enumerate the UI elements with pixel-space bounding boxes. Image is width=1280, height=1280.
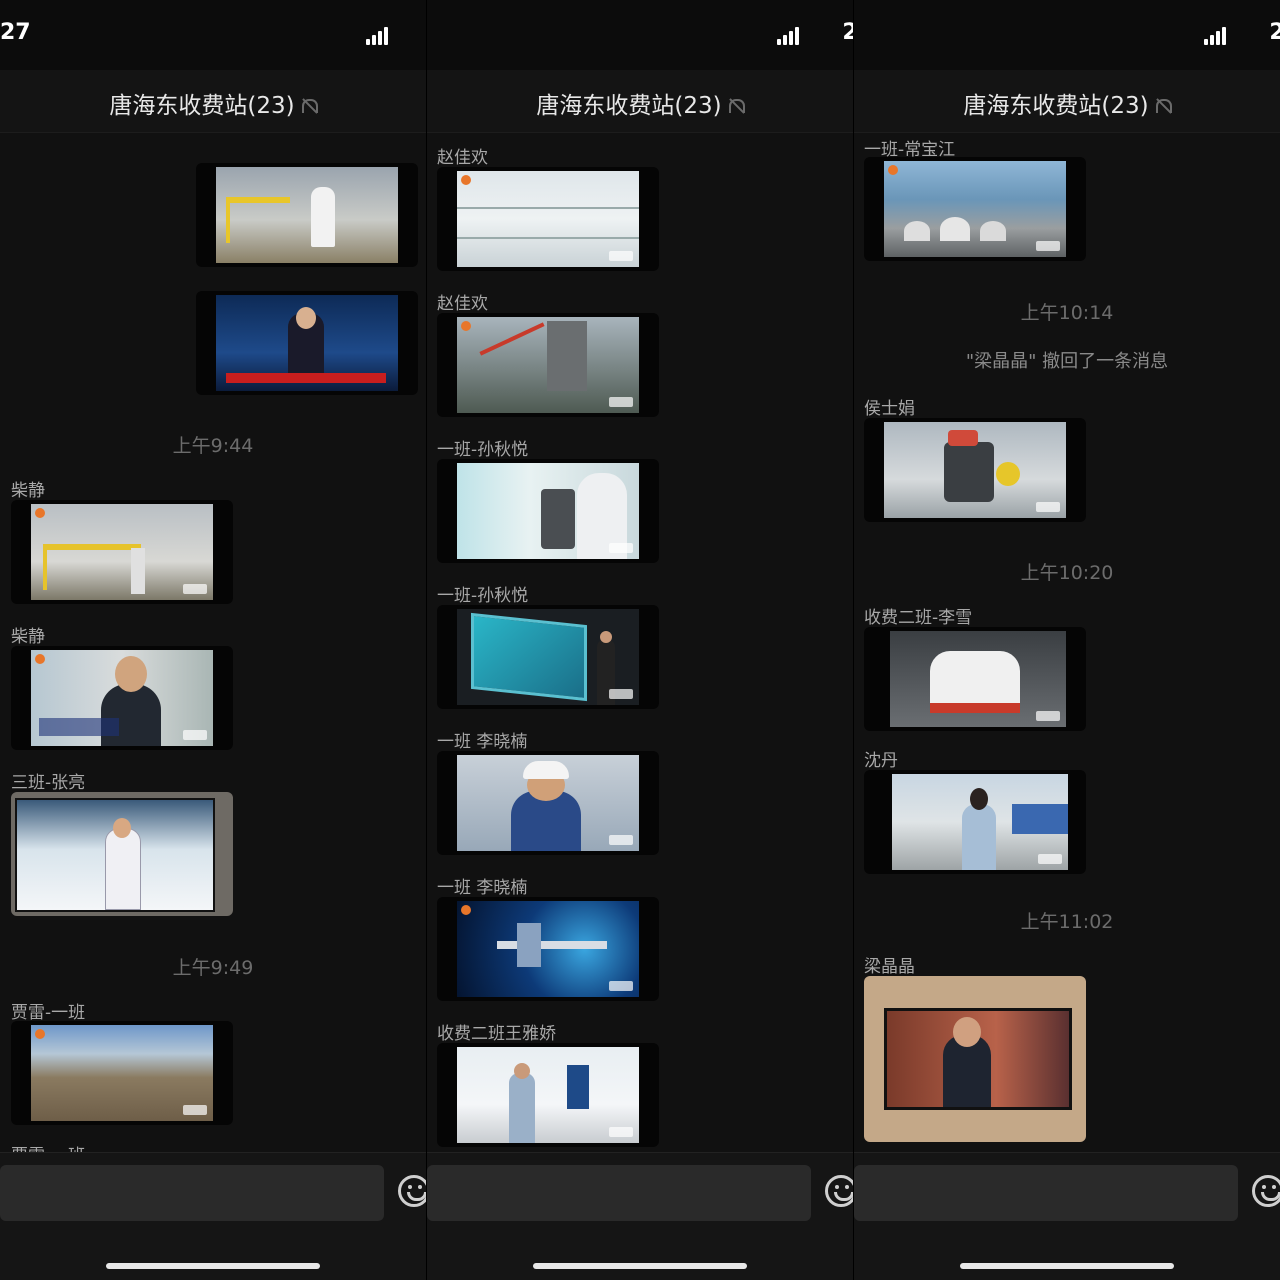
message-list[interactable]: 一班-常宝江 上午10:14 "梁晶晶" 撤回了一条消息 侯士娟 上午10:20… [854, 133, 1280, 1280]
video-message[interactable] [437, 751, 659, 855]
showroom-reporter-video-thumbnail [457, 1047, 639, 1143]
video-message[interactable] [864, 627, 1086, 731]
sender-name: 贾雷-一班 [11, 1003, 86, 1023]
emoji-icon[interactable] [825, 1175, 853, 1207]
video-message[interactable] [864, 976, 1086, 1142]
worker-platform-video-thumbnail [31, 504, 213, 600]
timestamp: 上午9:49 [172, 957, 254, 979]
microscope-video-thumbnail [457, 463, 639, 559]
screen-presenter-video-thumbnail [457, 609, 639, 705]
official-interview-video-thumbnail [31, 650, 213, 746]
sender-name: 柴静 [11, 481, 45, 501]
chat-panel-2: 28 唐海东收费站(23) 赵佳欢 赵佳欢 一班-孙秋悦 [427, 0, 853, 1280]
video-message[interactable] [437, 167, 659, 271]
signal-icon [366, 27, 390, 45]
street-reporter-video-thumbnail [892, 774, 1068, 870]
landscape-video-thumbnail [31, 1025, 213, 1121]
message-input[interactable] [854, 1165, 1238, 1221]
status-bar: 28 [854, 0, 1280, 70]
status-bar: 27 [0, 0, 426, 70]
engineer-helmet-video-thumbnail [457, 755, 639, 851]
timestamp: 上午11:02 [1020, 911, 1114, 933]
video-message[interactable] [437, 605, 659, 709]
chat-header: 唐海东收费站(23) [427, 70, 853, 133]
home-indicator [960, 1263, 1174, 1269]
emoji-icon[interactable] [1252, 1175, 1280, 1207]
battery-level: 28 [1269, 20, 1280, 45]
message-list[interactable]: 赵佳欢 赵佳欢 一班-孙秋悦 一班-孙秋悦 一班 李晓楠 一班 李晓楠 收费二班… [427, 133, 853, 1280]
sender-name: 赵佳欢 [437, 294, 488, 314]
sender-name: 沈丹 [864, 751, 898, 771]
sender-name: 侯士娟 [864, 399, 915, 419]
input-bar [0, 1152, 426, 1280]
input-bar [854, 1152, 1280, 1280]
mute-bell-icon [728, 97, 745, 115]
chat-title: 唐海东收费站(23) [109, 93, 295, 119]
video-message[interactable] [864, 418, 1086, 522]
video-message[interactable] [11, 646, 233, 750]
message-list[interactable]: 上午9:44 柴静 柴静 三班-张亮 上午9:49 贾雷-一班 [0, 133, 426, 1280]
timestamp: 上午9:44 [172, 435, 254, 457]
sender-name: 三班-张亮 [11, 773, 86, 793]
timestamp: 上午10:14 [1020, 302, 1114, 324]
space-station-video-thumbnail [457, 901, 639, 997]
video-message[interactable] [196, 291, 418, 395]
sender-name: 一班-孙秋悦 [437, 440, 529, 460]
machinery-video-thumbnail [884, 422, 1066, 518]
video-message[interactable] [437, 1043, 659, 1147]
video-message[interactable] [864, 157, 1086, 261]
video-message[interactable] [11, 500, 233, 604]
video-message[interactable] [437, 313, 659, 417]
construction-crane-video-thumbnail [457, 317, 639, 413]
recall-notice: "梁晶晶" 撤回了一条消息 [965, 351, 1169, 372]
tv-ski-slope-video-thumbnail [15, 798, 215, 912]
sender-name: 一班 李晓楠 [437, 878, 528, 898]
chat-panel-3: 28 唐海东收费站(23) 一班-常宝江 上午10:14 "梁晶晶" 撤回了一条… [854, 0, 1280, 1280]
video-message[interactable] [196, 163, 418, 267]
vehicle-scanner-video-thumbnail [890, 631, 1066, 727]
mute-bell-icon [1155, 97, 1172, 115]
sender-name: 一班 李晓楠 [437, 732, 528, 752]
lab-shelves-video-thumbnail [457, 171, 639, 267]
home-indicator [106, 1263, 320, 1269]
port-tanks-video-thumbnail [884, 161, 1066, 257]
worker-site-video-thumbnail [216, 167, 398, 263]
chat-panel-1: 27 唐海东收费站(23) 上午9:44 柴静 柴静 三班-张亮 上午9:49 … [0, 0, 426, 1280]
mute-bell-icon [301, 97, 318, 115]
sender-name: 一班-孙秋悦 [437, 586, 529, 606]
chat-title: 唐海东收费站(23) [963, 93, 1149, 119]
video-message[interactable] [864, 770, 1086, 874]
battery-level: 28 [842, 20, 853, 45]
sender-name: 赵佳欢 [437, 148, 488, 168]
signal-icon [1204, 27, 1228, 45]
status-time: 27 [0, 20, 31, 45]
video-message[interactable] [11, 1021, 233, 1125]
chat-header: 唐海东收费站(23) [854, 70, 1280, 133]
message-input[interactable] [427, 1165, 811, 1221]
status-bar: 28 [427, 0, 853, 70]
video-message[interactable] [437, 897, 659, 1001]
timestamp: 上午10:20 [1020, 562, 1114, 584]
sender-name: 收费二班-李雪 [864, 608, 973, 628]
home-indicator [533, 1263, 747, 1269]
video-message[interactable] [437, 459, 659, 563]
tv-interview-video-thumbnail [884, 1008, 1072, 1110]
input-bar [427, 1152, 853, 1280]
video-message[interactable] [11, 792, 233, 916]
sender-name: 柴静 [11, 627, 45, 647]
sender-name: 梁晶晶 [864, 957, 915, 977]
sender-name: 收费二班王雅娇 [437, 1024, 556, 1044]
chat-header: 唐海东收费站(23) [0, 70, 426, 133]
message-input[interactable] [0, 1165, 384, 1221]
news-anchor-video-thumbnail [216, 295, 398, 391]
chat-title: 唐海东收费站(23) [536, 93, 722, 119]
signal-icon [777, 27, 801, 45]
emoji-icon[interactable] [398, 1175, 426, 1207]
